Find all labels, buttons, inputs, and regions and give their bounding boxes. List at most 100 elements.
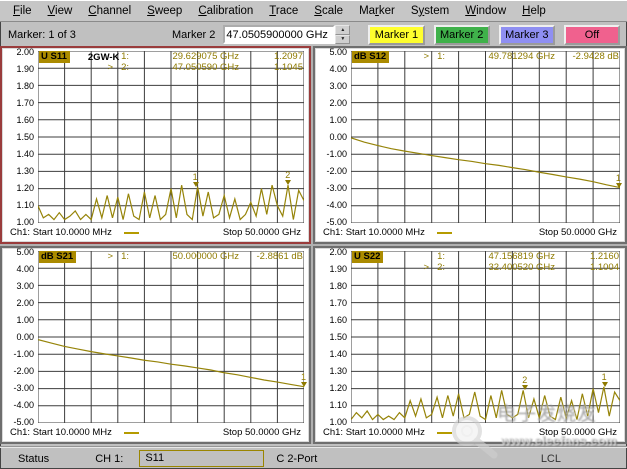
y-tick-label: 1.10 bbox=[329, 400, 347, 410]
y-axis-labels-s21: 5.004.003.002.001.000.00-1.00-2.00-3.00-… bbox=[2, 247, 38, 427]
marker-readouts-s11: 1:29.629075 GHz1.2097>2:47.050590 GHz1.1… bbox=[103, 51, 303, 73]
y-tick-label: 4.00 bbox=[16, 264, 34, 274]
s12-plot-area: dB S12 >1:49.781294 GHz-2.9428 dB 1 bbox=[351, 51, 620, 223]
y-tick-label: 2.00 bbox=[16, 298, 34, 308]
y-tick-label: -2.00 bbox=[326, 166, 347, 176]
start-freq-label: Ch1: Start 10.0000 MHz bbox=[10, 427, 112, 438]
y-tick-label: -2.00 bbox=[13, 366, 34, 376]
marker-1-button[interactable]: Marker 1 bbox=[368, 25, 424, 45]
marker-readouts-s21: >1:50.000000 GHz-2.8861 dB bbox=[103, 251, 303, 262]
measurement-indicator: S11 bbox=[139, 450, 264, 467]
y-tick-label: 5.00 bbox=[329, 47, 347, 57]
y-tick-label: -4.00 bbox=[326, 200, 347, 210]
menu-item-system[interactable]: System bbox=[403, 2, 457, 20]
y-tick-label: 4.00 bbox=[329, 64, 347, 74]
network-analyzer-window: FileViewChannelSweepCalibrationTraceScal… bbox=[0, 0, 627, 469]
s11-trace-plot bbox=[38, 51, 304, 223]
marker-readout-line: 1:29.629075 GHz1.2097 bbox=[103, 51, 303, 62]
trace-label-s12[interactable]: dB S12 bbox=[352, 51, 389, 63]
s11-plot-area: U S11 2GW-K 1:29.629075 GHz1.2097>2:47.0… bbox=[38, 51, 304, 223]
marker-3-button[interactable]: Marker 3 bbox=[499, 25, 555, 45]
y-axis-labels-s12: 5.004.003.002.001.000.00-1.00-2.00-3.00-… bbox=[315, 47, 351, 227]
trace-label-s11[interactable]: U S11 bbox=[39, 51, 70, 63]
frequency-spinner: ▲ ▼ bbox=[335, 25, 350, 44]
start-freq-label: Ch1: Start 10.0000 MHz bbox=[323, 427, 425, 438]
y-tick-label: -1.00 bbox=[326, 149, 347, 159]
y-tick-label: -3.00 bbox=[13, 383, 34, 393]
y-tick-label: 1.00 bbox=[329, 115, 347, 125]
marker-2-button[interactable]: Marker 2 bbox=[434, 25, 490, 45]
y-tick-label: 2.00 bbox=[329, 98, 347, 108]
y-tick-label: 1.50 bbox=[16, 132, 34, 142]
trace-color-dash bbox=[437, 232, 452, 234]
marker-readouts-s22: 1:47.156819 GHz1.2160>2:32.400520 GHz1.1… bbox=[419, 251, 619, 273]
marker2-label: Marker 2 bbox=[172, 29, 215, 41]
status-bar: Status CH 1: S11 C 2-Port LCL bbox=[0, 446, 627, 469]
plot-panel-s21[interactable]: 5.004.003.002.001.000.00-1.00-2.00-3.00-… bbox=[0, 246, 311, 444]
lcl-indicator: LCL bbox=[541, 453, 561, 465]
stop-freq-label: Stop 50.0000 GHz bbox=[539, 427, 617, 438]
marker-readout-line: 1:47.156819 GHz1.2160 bbox=[419, 251, 619, 262]
menu-item-calibration[interactable]: Calibration bbox=[190, 2, 261, 20]
y-tick-label: 1.10 bbox=[16, 200, 34, 210]
y-tick-label: 1.20 bbox=[16, 183, 34, 193]
plot-panel-s22[interactable]: 2.001.901.801.701.601.501.401.301.201.10… bbox=[313, 246, 627, 444]
menu-item-file[interactable]: File bbox=[5, 2, 40, 20]
marker-frequency-input[interactable] bbox=[223, 25, 335, 44]
channel-label: CH 1: bbox=[95, 453, 123, 465]
sweep-range-row: Ch1: Start 10.0000 MHz Stop 50.0000 GHz bbox=[315, 425, 625, 442]
menu-item-trace[interactable]: Trace bbox=[261, 2, 306, 20]
sweep-range-row: Ch1: Start 10.0000 MHz Stop 50.0000 GHz bbox=[315, 225, 625, 242]
y-tick-label: 2.00 bbox=[329, 247, 347, 257]
menu-item-channel[interactable]: Channel bbox=[80, 2, 139, 20]
menu-item-scale[interactable]: Scale bbox=[306, 2, 351, 20]
stop-freq-label: Stop 50.0000 GHz bbox=[539, 227, 617, 238]
plot-panel-s12[interactable]: 5.004.003.002.001.000.00-1.00-2.00-3.00-… bbox=[313, 46, 627, 244]
marker-readout-line: >2:47.050590 GHz1.1045 bbox=[103, 62, 303, 73]
s12-trace-plot bbox=[351, 51, 620, 223]
start-freq-label: Ch1: Start 10.0000 MHz bbox=[10, 227, 112, 238]
marker-readout-line: >2:32.400520 GHz1.1004 bbox=[419, 262, 619, 273]
y-tick-label: 1.70 bbox=[329, 298, 347, 308]
y-tick-label: 1.60 bbox=[329, 315, 347, 325]
s21-plot-area: dB S21 >1:50.000000 GHz-2.8861 dB 1 bbox=[38, 251, 304, 423]
trace-color-dash bbox=[437, 432, 452, 434]
y-tick-label: -3.00 bbox=[326, 183, 347, 193]
menu-item-sweep[interactable]: Sweep bbox=[139, 2, 190, 20]
y-tick-label: -1.00 bbox=[13, 349, 34, 359]
marker-readouts-s12: >1:49.781294 GHz-2.9428 dB bbox=[419, 51, 619, 62]
y-tick-label: 1.70 bbox=[16, 98, 34, 108]
s22-plot-area: U S22 1:47.156819 GHz1.2160>2:32.400520 … bbox=[351, 251, 620, 423]
marker-frequency-field: ▲ ▼ bbox=[223, 25, 350, 44]
menu-item-view[interactable]: View bbox=[40, 2, 81, 20]
stop-freq-label: Stop 50.0000 GHz bbox=[223, 427, 301, 438]
spinner-up-button[interactable]: ▲ bbox=[335, 25, 350, 35]
y-axis-labels-s11: 2.001.901.801.701.601.501.401.301.201.10… bbox=[2, 47, 38, 227]
y-tick-label: 2.00 bbox=[16, 47, 34, 57]
trace-color-dash bbox=[124, 432, 139, 434]
trace-color-dash bbox=[124, 232, 139, 234]
s21-trace-plot bbox=[38, 251, 304, 423]
y-tick-label: 1.30 bbox=[16, 166, 34, 176]
y-tick-label: 0.00 bbox=[329, 132, 347, 142]
y-tick-label: 1.60 bbox=[16, 115, 34, 125]
plot-panel-s11[interactable]: 2.001.901.801.701.601.501.401.301.201.10… bbox=[0, 46, 311, 244]
cal-status: C 2-Port bbox=[276, 453, 317, 465]
s22-trace-plot bbox=[351, 251, 620, 423]
y-tick-label: 1.90 bbox=[329, 264, 347, 274]
y-tick-label: 1.40 bbox=[329, 349, 347, 359]
trace-label-s22[interactable]: U S22 bbox=[352, 251, 383, 263]
y-tick-label: 1.40 bbox=[16, 149, 34, 159]
marker-button-group: Marker 1 Marker 2 Marker 3 Off bbox=[368, 25, 620, 45]
marker-toolbar: Marker: 1 of 3 Marker 2 ▲ ▼ Marker 1Mark… bbox=[0, 22, 627, 47]
plot-grid: 2.001.901.801.701.601.501.401.301.201.10… bbox=[0, 46, 627, 444]
menu-item-marker[interactable]: Marker bbox=[351, 2, 403, 20]
spinner-down-button[interactable]: ▼ bbox=[335, 35, 350, 45]
trace-label-s21[interactable]: dB S21 bbox=[39, 251, 76, 263]
menu-item-window[interactable]: Window bbox=[457, 2, 514, 20]
off-button[interactable]: Off bbox=[564, 25, 620, 45]
menu-item-help[interactable]: Help bbox=[514, 2, 554, 20]
status-label: Status bbox=[18, 453, 49, 465]
y-tick-label: 1.00 bbox=[16, 315, 34, 325]
sweep-range-row: Ch1: Start 10.0000 MHz Stop 50.0000 GHz bbox=[2, 425, 309, 442]
